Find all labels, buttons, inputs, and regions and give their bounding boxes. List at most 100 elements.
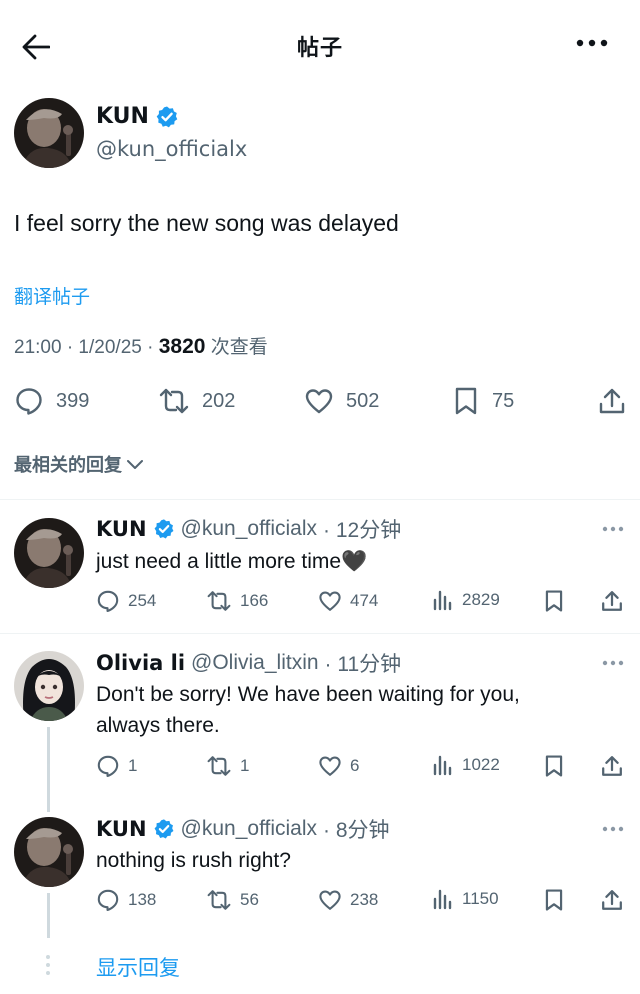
analytics-icon <box>432 589 454 611</box>
reply-icon <box>96 888 120 912</box>
verified-badge-icon <box>153 518 175 540</box>
bookmark-button[interactable]: 75 <box>452 386 514 416</box>
reply-icon <box>96 754 120 778</box>
thread-line <box>47 727 50 812</box>
reply-count: 399 <box>56 389 90 412</box>
reply-icon <box>14 386 44 416</box>
views-count: 1022 <box>462 755 500 774</box>
avatar[interactable] <box>14 518 84 588</box>
reply-handle[interactable]: @Olivia_litxin <box>191 651 319 675</box>
reply-text: nothing is rush right? <box>96 849 291 872</box>
bookmark-icon[interactable] <box>543 888 565 912</box>
repost-icon <box>206 754 232 778</box>
avatar[interactable] <box>14 651 84 721</box>
more-options-icon[interactable] <box>576 38 608 48</box>
reply-button[interactable]: 254 <box>96 589 156 613</box>
like-button[interactable]: 6 <box>318 754 359 778</box>
share-icon[interactable] <box>600 754 624 778</box>
bookmark-icon[interactable] <box>543 754 565 778</box>
views-button[interactable]: 1150 <box>432 888 499 910</box>
view-count: 3820 <box>158 335 206 358</box>
repost-count: 1 <box>240 756 250 775</box>
reply-text-line: always there. <box>96 714 220 737</box>
like-count: 502 <box>346 389 380 412</box>
repost-button[interactable]: 1 <box>206 754 249 778</box>
repost-icon <box>206 888 232 912</box>
like-button[interactable]: 474 <box>318 589 378 613</box>
views-count: 1150 <box>462 889 499 908</box>
reply-more-icon[interactable] <box>602 660 624 666</box>
reply-count: 254 <box>128 591 157 610</box>
reply-icon <box>96 589 120 613</box>
thread-line <box>47 893 50 938</box>
views-label: 次查看 <box>205 337 268 358</box>
reply-count: 1 <box>128 756 138 775</box>
reply-author-name[interactable]: KUN <box>96 517 147 541</box>
reply-count: 138 <box>128 890 157 909</box>
translate-post-link[interactable]: 翻译帖子 <box>14 282 90 309</box>
reply-header: Olivia li @Olivia_litxin · 11分钟 <box>96 648 401 678</box>
reply-time: · 12分钟 <box>323 519 402 542</box>
share-icon[interactable] <box>600 589 624 613</box>
chevron-down-icon <box>126 458 144 470</box>
repost-button[interactable]: 202 <box>158 386 235 416</box>
reply-handle[interactable]: @kun_officialx <box>181 817 318 841</box>
heart-icon <box>318 589 342 613</box>
tweet-time: 21:00 · 1/20/25 · <box>14 337 159 358</box>
reply-header: KUN @kun_officialx · 12分钟 <box>96 514 401 544</box>
reply-more-icon[interactable] <box>602 526 624 532</box>
share-icon <box>597 386 627 416</box>
bookmark-icon[interactable] <box>543 589 565 613</box>
author-handle[interactable]: @kun_officialx <box>96 137 247 161</box>
tweet-text: I feel sorry the new song was delayed <box>14 210 399 236</box>
bookmark-count: 75 <box>492 389 515 412</box>
like-count: 6 <box>350 756 360 775</box>
page-title: 帖子 <box>296 36 343 61</box>
avatar[interactable] <box>14 98 84 168</box>
reply-author-name[interactable]: Olivia li <box>96 651 185 675</box>
reply-more-icon[interactable] <box>602 826 624 832</box>
reply-header: KUN @kun_officialx · 8分钟 <box>96 814 390 844</box>
divider <box>0 633 640 634</box>
views-button[interactable]: 1022 <box>432 754 500 776</box>
reply-text-line: Don't be sorry! We have been waiting for… <box>96 683 520 706</box>
tweet-meta: 21:00 · 1/20/25 · 3820 次查看 <box>14 332 268 359</box>
reply-time: · 11分钟 <box>324 653 402 676</box>
reply-text: Don't be sorry! We have been waiting for… <box>96 679 520 741</box>
repost-button[interactable]: 56 <box>206 888 259 912</box>
like-button[interactable]: 238 <box>318 888 378 912</box>
author-name-row[interactable]: KUN <box>96 104 179 129</box>
like-button[interactable]: 502 <box>304 386 379 416</box>
verified-badge-icon <box>155 105 179 129</box>
divider <box>0 499 640 500</box>
views-button[interactable]: 2829 <box>432 589 500 611</box>
reply-author-name[interactable]: KUN <box>96 817 147 841</box>
reply-button[interactable]: 138 <box>96 888 156 912</box>
author-name[interactable]: KUN <box>96 104 149 129</box>
reply-button[interactable]: 399 <box>14 386 89 416</box>
heart-icon <box>318 754 342 778</box>
repost-count: 166 <box>240 591 269 610</box>
analytics-icon <box>432 888 454 910</box>
reply-time: · 8分钟 <box>323 819 390 842</box>
like-count: 238 <box>350 890 379 909</box>
bookmark-icon <box>452 386 480 416</box>
reply-handle[interactable]: @kun_officialx <box>181 517 318 541</box>
views-count: 2829 <box>462 590 500 609</box>
repost-button[interactable]: 166 <box>206 589 268 613</box>
repost-icon <box>206 589 232 613</box>
share-icon[interactable] <box>600 888 624 912</box>
like-count: 474 <box>350 591 379 610</box>
thread-dots-icon <box>45 954 51 976</box>
avatar[interactable] <box>14 817 84 887</box>
analytics-icon <box>432 754 454 776</box>
reply-text: just need a little more time🖤 <box>96 550 368 573</box>
sort-replies-dropdown[interactable]: 最相关的回复 <box>14 451 144 477</box>
verified-badge-icon <box>153 818 175 840</box>
reply-button[interactable]: 1 <box>96 754 137 778</box>
sort-label: 最相关的回复 <box>14 455 122 476</box>
share-button[interactable] <box>597 386 627 416</box>
heart-icon <box>318 888 342 912</box>
repost-icon <box>158 386 190 416</box>
show-replies-link[interactable]: 显示回复 <box>96 952 180 982</box>
